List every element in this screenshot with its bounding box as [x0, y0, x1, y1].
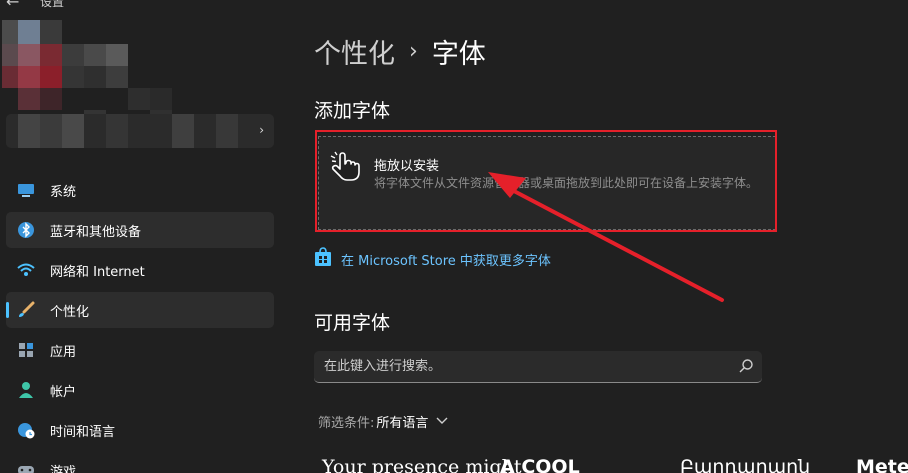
drop-zone-description: 将字体文件从文件资源管理器或桌面拖放到此处即可在设备上安装字体。 — [374, 176, 759, 190]
wifi-icon — [16, 260, 36, 280]
sidebar-item-time-language[interactable]: 时间和语言 — [6, 412, 274, 448]
sidebar-item-label: 帐户 — [50, 384, 77, 400]
store-link-label: 在 Microsoft Store 中获取更多字体 — [341, 253, 551, 269]
sidebar-nav: 系统 蓝牙和其他设备 网络和 Internet 个性化 应用 帐户 时间和语言 … — [6, 172, 274, 473]
filter-label: 筛选条件: — [318, 416, 375, 431]
sidebar-item-label: 蓝牙和其他设备 — [50, 224, 142, 240]
sidebar-item-label: 个性化 — [50, 304, 90, 320]
sidebar-item-accounts[interactable]: 帐户 — [6, 372, 274, 408]
drop-zone-title: 拖放以安装 — [374, 159, 440, 174]
sidebar-item-network[interactable]: 网络和 Internet — [6, 252, 274, 288]
brush-icon — [16, 300, 36, 320]
sidebar-item-bluetooth[interactable]: 蓝牙和其他设备 — [6, 212, 274, 248]
sidebar-item-gaming[interactable]: 游戏 — [6, 452, 274, 473]
sidebar-item-label: 时间和语言 — [50, 424, 116, 440]
monitor-icon — [16, 180, 36, 200]
font-preview-card[interactable]: Your presence might — [322, 456, 521, 473]
sidebar-item-label: 应用 — [50, 344, 77, 360]
breadcrumb: 个性化 › 字体 — [314, 32, 486, 71]
sidebar-item-apps[interactable]: 应用 — [6, 332, 274, 368]
language-filter[interactable]: 筛选条件: 所有语言 — [318, 412, 448, 431]
apps-icon — [16, 340, 36, 360]
sidebar-item-label: 系统 — [50, 184, 77, 200]
chevron-right-icon: › — [259, 123, 264, 137]
chevron-down-icon — [436, 414, 448, 429]
font-preview-card[interactable]: Meteo — [856, 456, 908, 473]
sidebar-item-personalization[interactable]: 个性化 — [6, 292, 274, 328]
back-arrow-icon[interactable]: ← — [6, 0, 19, 11]
font-preview-card[interactable]: A COOL — [500, 456, 580, 473]
sidebar-item-system[interactable]: 系统 — [6, 172, 274, 208]
account-icon — [16, 380, 36, 400]
font-preview-card[interactable]: Բարդարարն — [680, 456, 810, 473]
settings-search-box[interactable]: › — [6, 114, 274, 148]
add-fonts-heading: 添加字体 — [314, 100, 391, 122]
search-icon[interactable] — [738, 358, 754, 378]
page-title: 字体 — [431, 39, 486, 70]
gamepad-icon — [16, 460, 36, 473]
globe-clock-icon — [16, 420, 36, 440]
filter-value: 所有语言 — [376, 416, 429, 431]
hand-drag-icon — [328, 150, 362, 188]
bluetooth-icon — [16, 220, 36, 240]
app-title: 设置 — [40, 0, 65, 9]
available-fonts-heading: 可用字体 — [314, 312, 391, 334]
sidebar-item-label: 网络和 Internet — [50, 264, 145, 280]
store-bag-icon — [314, 247, 332, 271]
font-search-input[interactable] — [314, 351, 724, 381]
breadcrumb-parent[interactable]: 个性化 — [314, 32, 395, 71]
font-search-box — [314, 351, 762, 383]
sidebar-item-label: 游戏 — [50, 464, 77, 473]
microsoft-store-link[interactable]: 在 Microsoft Store 中获取更多字体 — [314, 247, 551, 271]
breadcrumb-separator: › — [409, 39, 418, 64]
title-bar: ← 设置 — [0, 0, 300, 14]
